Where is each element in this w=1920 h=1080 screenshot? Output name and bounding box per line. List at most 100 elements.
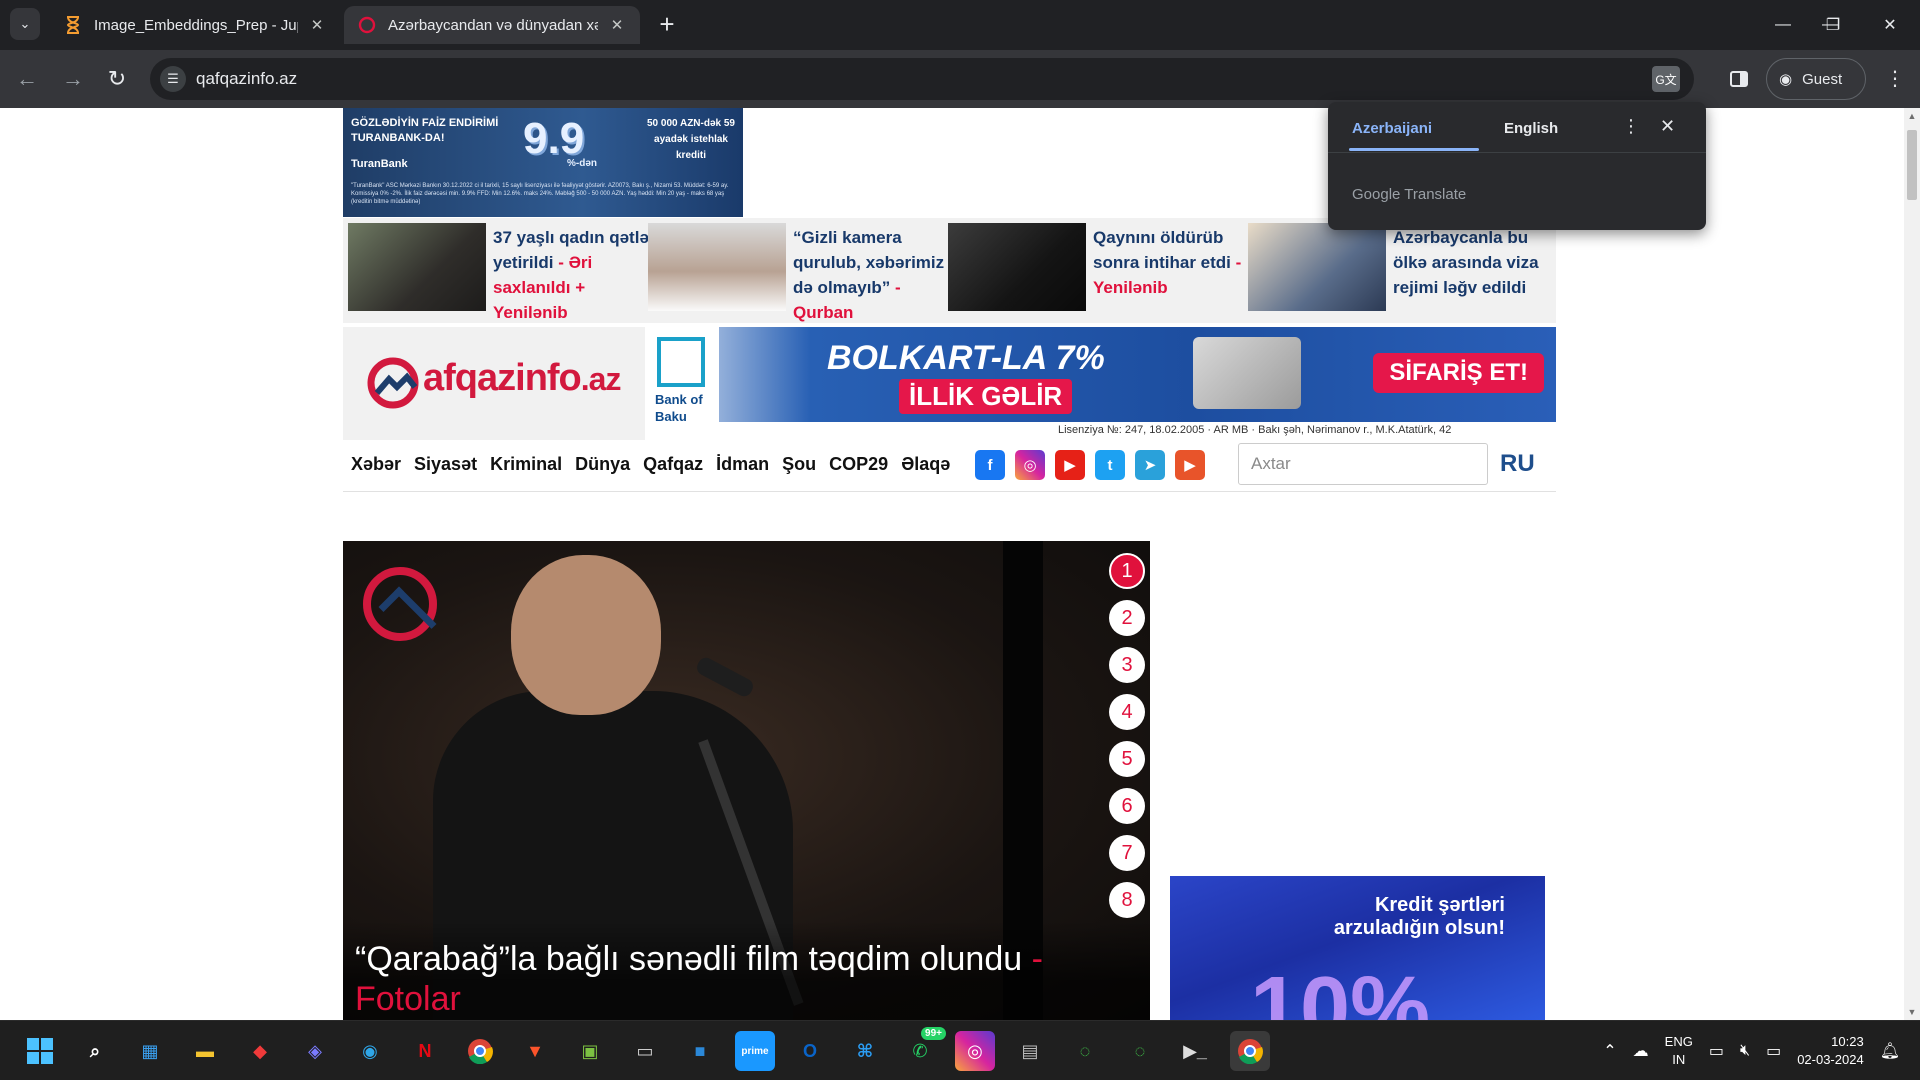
nav-item-kriminal[interactable]: Kriminal xyxy=(490,454,562,475)
news-headline[interactable]: 37 yaşlı qadın qətlə yetirildi - Əri sax… xyxy=(493,225,653,325)
start-icon[interactable] xyxy=(20,1031,60,1071)
close-window-button[interactable]: ✕ xyxy=(1860,0,1920,50)
clock[interactable]: 10:23 02-03-2024 xyxy=(1797,1033,1864,1069)
file-explorer-icon[interactable]: ▬ xyxy=(185,1031,225,1071)
bank-of-baku-ad[interactable]: Bank of Baku BOLKART-LA 7% İLLİK GƏLİR Sİ… xyxy=(647,327,1556,422)
slide-page-7[interactable]: 7 xyxy=(1109,835,1145,871)
scroll-up-icon[interactable]: ▲ xyxy=(1907,111,1917,121)
search-input[interactable] xyxy=(1238,443,1488,485)
back-arrow-icon[interactable]: ← xyxy=(10,62,44,96)
news-thumbnail[interactable] xyxy=(1248,223,1386,311)
news-thumbnail[interactable] xyxy=(348,223,486,311)
slide-page-1[interactable]: 1 xyxy=(1109,553,1145,589)
news-headline[interactable]: Qaynını öldürüb sonra intihar etdi - Yen… xyxy=(1093,225,1253,300)
nav-item-dunya[interactable]: Dünya xyxy=(575,454,630,475)
new-tab-button[interactable]: + xyxy=(652,10,682,40)
nav-item-sou[interactable]: Şou xyxy=(782,454,816,475)
prime-video-icon[interactable]: prime xyxy=(735,1031,775,1071)
nav-item-siyaset[interactable]: Siyasət xyxy=(414,454,477,475)
input-language[interactable]: ENG IN xyxy=(1665,1033,1693,1069)
twitter-icon[interactable]: t xyxy=(1095,450,1125,480)
turanbank-ad[interactable]: GÖZLƏDİYİN FAİZ ENDİRİMİ TURANBANK-DA! T… xyxy=(343,108,743,217)
bank-of-baku-logo: Bank of Baku xyxy=(647,327,719,422)
copilot-icon[interactable]: ◈ xyxy=(295,1031,335,1071)
language-switch-ru[interactable]: RU xyxy=(1500,450,1535,478)
close-tab-icon[interactable]: ✕ xyxy=(608,16,626,34)
nav-item-qafqaz[interactable]: Qafqaz xyxy=(643,454,703,475)
tab-english[interactable]: English xyxy=(1504,120,1558,137)
app-ring-icon[interactable]: ◌ xyxy=(1120,1031,1160,1071)
more-options-icon[interactable]: ⋮ xyxy=(1622,116,1640,137)
nav-item-xeber[interactable]: Xəbər xyxy=(351,454,401,475)
terminal-icon[interactable]: ▶_ xyxy=(1175,1031,1215,1071)
news-thumbnail[interactable] xyxy=(648,223,786,311)
ad-fine-print: "TuranBank" ASC Mərkəzi Bankın 30.12.202… xyxy=(351,183,729,205)
close-tab-icon[interactable]: ✕ xyxy=(308,16,326,34)
forward-arrow-icon[interactable]: → xyxy=(56,62,90,96)
news-headline[interactable]: “Gizli kamera qurulub, xəbərimiz də olma… xyxy=(793,225,953,325)
chevron-up-icon[interactable]: ⌃ xyxy=(1603,1041,1616,1061)
kebab-menu-icon[interactable]: ⋮ xyxy=(1880,62,1910,96)
nav-item-idman[interactable]: İdman xyxy=(716,454,769,475)
tab-azerbaijani[interactable]: Azerbaijani xyxy=(1352,120,1432,137)
tab-jupyter[interactable]: Image_Embeddings_Prep - Jupy ✕ xyxy=(50,6,340,44)
profile-button[interactable]: ◉ Guest xyxy=(1766,58,1866,100)
scroll-down-icon[interactable]: ▼ xyxy=(1907,1007,1917,1017)
facebook-icon[interactable]: f xyxy=(975,450,1005,480)
instagram-icon[interactable]: ◎ xyxy=(1015,450,1045,480)
slide-page-6[interactable]: 6 xyxy=(1109,788,1145,824)
slide-page-2[interactable]: 2 xyxy=(1109,600,1145,636)
app-window-icon[interactable]: ▤ xyxy=(1010,1031,1050,1071)
brave-icon[interactable]: ▼ xyxy=(515,1031,555,1071)
instagram-icon[interactable]: ◎ xyxy=(955,1031,995,1071)
slide-caption[interactable]: “Qarabağ”la bağlı sənədli film təqdim ol… xyxy=(355,939,1145,1019)
tab-title: Image_Embeddings_Prep - Jupy xyxy=(94,16,298,34)
featured-slider[interactable]: 1 2 3 4 5 6 7 8 “Qarabağ”la bağlı sənədl… xyxy=(343,541,1150,1020)
translate-icon[interactable]: G文 xyxy=(1652,66,1680,92)
tab-qafqazinfo[interactable]: Azərbaycandan və dünyadan xə ✕ xyxy=(344,6,640,44)
page-scrollbar[interactable]: ▲ ▼ xyxy=(1904,108,1920,1020)
telegram-icon[interactable]: ➤ xyxy=(1135,450,1165,480)
app-green-icon[interactable]: ▣ xyxy=(570,1031,610,1071)
outlook-icon[interactable]: O xyxy=(790,1031,830,1071)
url-text[interactable]: qafqazinfo.az xyxy=(196,69,297,89)
volume-muted-icon[interactable]: 🔇︎ xyxy=(1740,1042,1750,1060)
slide-page-4[interactable]: 4 xyxy=(1109,694,1145,730)
reload-icon[interactable]: ↻ xyxy=(100,62,134,96)
slide-page-8[interactable]: 8 xyxy=(1109,882,1145,918)
vscode-icon[interactable]: ⌘ xyxy=(845,1031,885,1071)
chrome-active-icon[interactable] xyxy=(1230,1031,1270,1071)
slide-page-5[interactable]: 5 xyxy=(1109,741,1145,777)
side-panel-icon[interactable] xyxy=(1724,64,1754,94)
app-red-icon[interactable]: ◆ xyxy=(240,1031,280,1071)
close-icon[interactable]: ✕ xyxy=(1660,116,1675,137)
site-logo[interactable]: afqazinfo.az xyxy=(343,327,645,440)
cloud-icon[interactable]: ☁ xyxy=(1633,1041,1649,1061)
notification-bell-icon[interactable]: 🔔︎ xyxy=(1880,1041,1900,1061)
network-icon[interactable]: ▭ xyxy=(1709,1041,1724,1061)
scrollbar-thumb[interactable] xyxy=(1907,130,1917,200)
netflix-icon[interactable]: N xyxy=(405,1031,445,1071)
terminal-dark-icon[interactable]: ▭ xyxy=(625,1031,665,1071)
whatsapp-icon[interactable]: ✆ 99+ xyxy=(900,1027,946,1071)
video-icon[interactable]: ▶ xyxy=(1175,450,1205,480)
app-blue-icon[interactable]: ■ xyxy=(680,1031,720,1071)
loan-ad[interactable]: Kredit şərtləri arzuladığın olsun! 10% xyxy=(1170,876,1545,1020)
slide-page-3[interactable]: 3 xyxy=(1109,647,1145,683)
app-ring-icon[interactable]: ◌ xyxy=(1065,1031,1105,1071)
news-thumbnail[interactable] xyxy=(948,223,1086,311)
tab-search-button[interactable]: ⌄ xyxy=(10,8,40,40)
battery-icon[interactable]: ▭ xyxy=(1766,1041,1781,1061)
youtube-icon[interactable]: ▶ xyxy=(1055,450,1085,480)
restore-button[interactable]: ❐ xyxy=(1803,0,1863,50)
search-icon[interactable]: ⌕ xyxy=(75,1031,115,1071)
news-headline[interactable]: Azərbaycanla bu ölkə arasında viza rejim… xyxy=(1393,225,1553,300)
store-icon[interactable]: ▦ xyxy=(130,1031,170,1071)
site-info-icon[interactable]: ☰ xyxy=(160,66,186,92)
order-now-button[interactable]: SİFARİŞ ET! xyxy=(1373,353,1544,393)
chrome-icon[interactable] xyxy=(460,1031,500,1071)
address-bar[interactable]: ☰ qafqazinfo.az G文 xyxy=(150,58,1694,100)
nav-item-elaqe[interactable]: Əlaqə xyxy=(901,454,950,475)
edge-icon[interactable]: ◉ xyxy=(350,1031,390,1071)
nav-item-cop29[interactable]: COP29 xyxy=(829,454,888,475)
